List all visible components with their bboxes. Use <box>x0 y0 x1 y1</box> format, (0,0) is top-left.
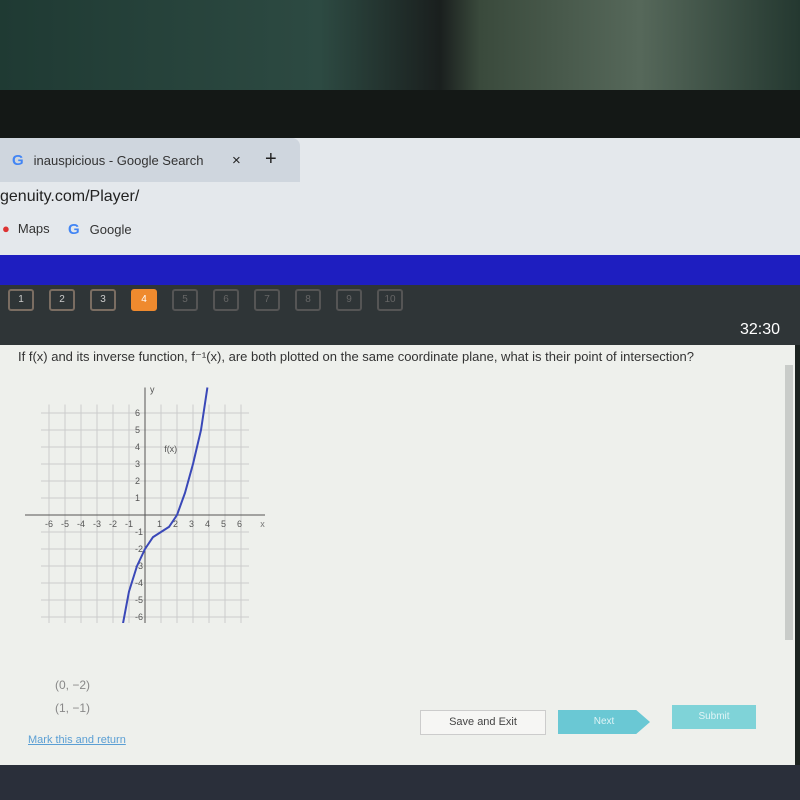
x-tick-label: -1 <box>125 519 133 529</box>
question-9-button[interactable]: 9 <box>336 289 362 311</box>
timer: 32:30 <box>739 321 780 338</box>
y-tick-label: 5 <box>135 425 140 435</box>
series-label: f(x) <box>164 444 177 454</box>
y-tick-label: -5 <box>135 595 143 605</box>
scrollbar[interactable] <box>785 365 793 640</box>
question-1-button[interactable]: 1 <box>8 289 34 311</box>
x-tick-label: -5 <box>61 519 69 529</box>
map-pin-icon: ● <box>2 221 10 236</box>
y-tick-label: -2 <box>135 544 143 554</box>
address-bar[interactable]: genuity.com/Player/ <box>0 188 139 206</box>
function-graph: xy-6 -5 -4 -3 -2 -1 1 2 3 4 5 6654321-1-2-3-4-5-6f(… <box>25 385 265 623</box>
y-tick-label: 4 <box>135 442 140 452</box>
x-tick-label: 3 <box>189 519 194 529</box>
question-2-button[interactable]: 2 <box>49 289 75 311</box>
submit-button[interactable]: Submit <box>672 705 756 729</box>
x-tick-label: -2 <box>109 519 117 529</box>
google-icon: G <box>68 221 80 238</box>
question-4-button[interactable]: 4 <box>131 289 157 311</box>
question-3-button[interactable]: 3 <box>90 289 116 311</box>
question-6-button[interactable]: 6 <box>213 289 239 311</box>
bookmark-google[interactable]: G Google <box>68 221 132 238</box>
y-tick-label: 3 <box>135 459 140 469</box>
bookmark-maps[interactable]: ● Maps <box>2 221 50 236</box>
browser-tab[interactable]: G inauspicious - Google Search <box>0 138 300 182</box>
x-tick-label: -6 <box>45 519 53 529</box>
mark-and-return-link[interactable]: Mark this and return <box>28 734 126 746</box>
y-tick-label: -6 <box>135 612 143 622</box>
y-tick-label: -1 <box>135 527 143 537</box>
question-8-button[interactable]: 8 <box>295 289 321 311</box>
question-5-button[interactable]: 5 <box>172 289 198 311</box>
taskbar <box>0 765 800 800</box>
question-10-button[interactable]: 10 <box>377 289 403 311</box>
x-tick-label: 1 <box>157 519 162 529</box>
close-tab-button[interactable]: × <box>232 152 241 169</box>
x-tick-label: -4 <box>77 519 85 529</box>
answer-option[interactable]: (1, −1) <box>55 701 90 715</box>
tab-title: inauspicious - Google Search <box>33 152 204 168</box>
save-exit-button[interactable]: Save and Exit <box>420 710 546 735</box>
y-tick-label: 1 <box>135 493 140 503</box>
x-tick-label: 6 <box>237 519 242 529</box>
x-axis-label: x <box>260 519 265 529</box>
question-text: If f(x) and its inverse function, f⁻¹(x)… <box>18 349 694 364</box>
x-tick-label: -3 <box>93 519 101 529</box>
x-tick-label: 4 <box>205 519 210 529</box>
y-tick-label: 2 <box>135 476 140 486</box>
answer-option[interactable]: (0, −2) <box>55 678 90 692</box>
y-tick-label: 6 <box>135 408 140 418</box>
new-tab-button[interactable]: + <box>265 148 277 171</box>
f-curve <box>122 387 209 623</box>
y-tick-label: -4 <box>135 578 143 588</box>
question-7-button[interactable]: 7 <box>254 289 280 311</box>
question-nav: 32:30 1 2 3 4 5 6 7 8 9 10 <box>0 285 800 345</box>
google-icon: G <box>12 151 24 169</box>
y-axis-label: y <box>150 385 155 395</box>
next-button[interactable]: Next <box>558 710 650 734</box>
background-photo <box>0 0 800 140</box>
question-panel: If f(x) and its inverse function, f⁻¹(x)… <box>0 345 795 765</box>
browser-chrome: G inauspicious - Google Search × + genui… <box>0 138 800 258</box>
x-tick-label: 5 <box>221 519 226 529</box>
